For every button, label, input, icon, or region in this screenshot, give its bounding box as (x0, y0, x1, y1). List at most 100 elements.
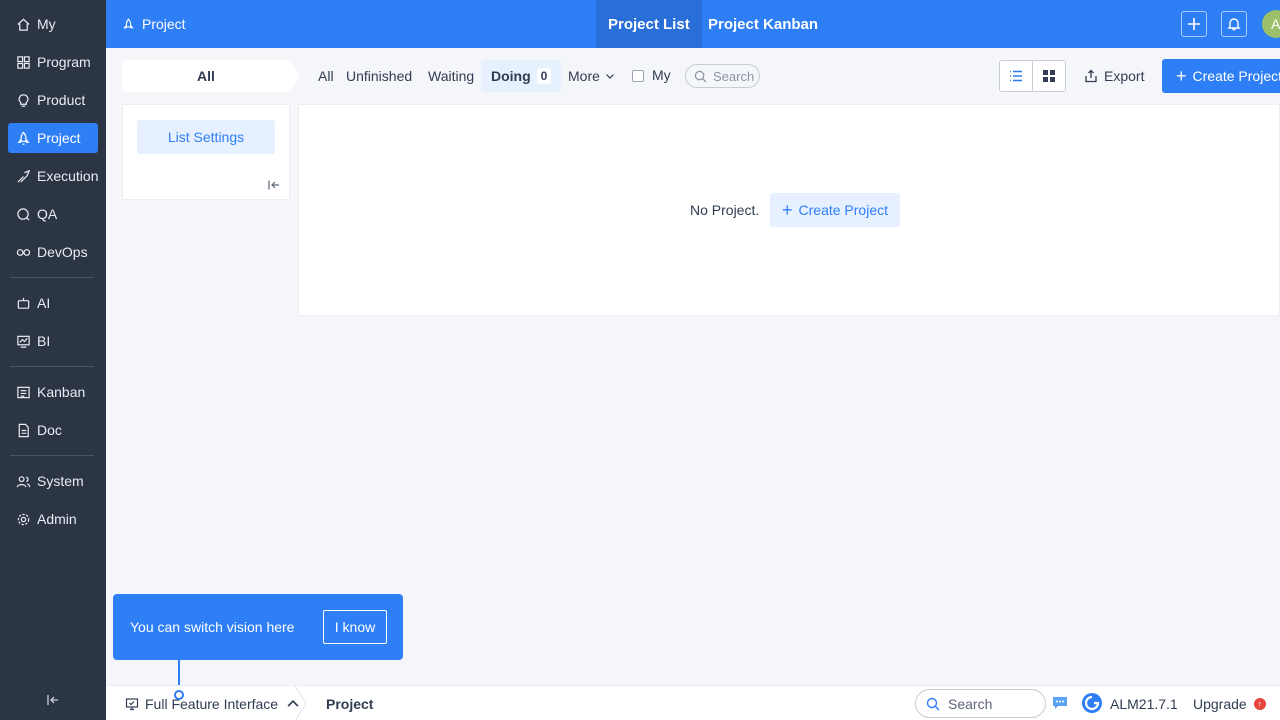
sidebar-item-label: Program (37, 54, 91, 70)
header-module: Project (122, 0, 186, 48)
sidebar-item-ai[interactable]: AI (8, 288, 98, 318)
plus-icon (1188, 18, 1200, 30)
collapse-panel-icon[interactable] (267, 178, 281, 192)
tab-project-kanban[interactable]: Project Kanban (696, 0, 830, 48)
sidebar: My Program Product Project Execution QA … (0, 0, 106, 720)
sidebar-item-label: Project (37, 130, 81, 146)
filter-unfinished[interactable]: Unfinished (336, 60, 422, 92)
sidebar-item-label: Doc (37, 422, 62, 438)
home-icon (17, 18, 30, 31)
empty-create-project-button[interactable]: + Create Project (770, 193, 900, 227)
users-icon (16, 475, 31, 487)
sidebar-item-label: My (37, 16, 56, 32)
sidebar-item-program[interactable]: Program (8, 47, 98, 77)
sidebar-item-product[interactable]: Product (8, 85, 98, 115)
global-search-placeholder: Search (948, 695, 993, 712)
sidebar-item-label: AI (37, 295, 51, 311)
sidebar-item-kanban[interactable]: Kanban (8, 377, 98, 407)
sidebar-item-label: BI (37, 333, 51, 349)
filter-doing[interactable]: Doing 0 (481, 60, 562, 92)
vision-switch-tooltip: You can switch vision here I know (113, 594, 403, 660)
card-view-button[interactable] (1032, 60, 1066, 92)
header-module-label: Project (142, 16, 186, 32)
sidebar-item-label: Product (37, 92, 86, 108)
sidebar-item-project[interactable]: Project (8, 123, 98, 153)
sidebar-item-label: Execution (37, 168, 99, 184)
filter-doing-label: Doing (491, 68, 531, 84)
search-icon (926, 697, 940, 710)
sidebar-item-label: QA (37, 206, 58, 222)
sidebar-item-my[interactable]: My (8, 9, 98, 39)
quick-create-button[interactable] (1181, 11, 1207, 37)
doc-icon (18, 423, 29, 437)
search-input[interactable]: Search (685, 64, 760, 88)
create-project-button[interactable]: + Create Project (1162, 59, 1280, 93)
avatar[interactable]: A (1262, 10, 1280, 38)
tooltip-pointer-dot (174, 690, 184, 700)
empty-state-text: No Project. (690, 202, 760, 218)
sidebar-item-label: DevOps (37, 244, 88, 260)
bulb-icon (18, 93, 29, 107)
footer-breadcrumb: Project (326, 695, 374, 712)
chart-icon (17, 335, 30, 348)
filter-waiting[interactable]: Waiting (418, 60, 484, 92)
i-know-button[interactable]: I know (323, 610, 387, 644)
gear-icon (17, 513, 30, 525)
list-view-button[interactable] (999, 60, 1033, 92)
filter-more-label: More (568, 68, 600, 84)
version-label: ALM21.7.1 (1110, 695, 1178, 712)
program-crumb[interactable]: All (122, 60, 300, 92)
plus-icon: + (782, 200, 793, 220)
arrow-up-badge-icon: ↑ (1253, 697, 1266, 710)
top-header: Project Project List Project Kanban A (106, 0, 1280, 48)
sprint-icon (17, 169, 31, 183)
zentao-logo-icon (1082, 693, 1102, 713)
rocket-icon (17, 131, 30, 145)
project-list-panel: No Project. + Create Project (298, 104, 1280, 316)
filter-toolbar: All All Unfinished Waiting Doing 0 More … (106, 48, 1280, 104)
grid-icon (17, 55, 30, 69)
export-icon (1085, 69, 1097, 83)
program-side-panel: List Settings (122, 104, 290, 200)
search-placeholder: Search (713, 68, 755, 84)
sidebar-item-label: Admin (37, 511, 77, 527)
interface-switcher[interactable]: Full Feature Interface (125, 686, 306, 720)
infinity-icon (16, 248, 31, 256)
chat-icon[interactable] (1052, 696, 1068, 710)
export-label: Export (1104, 68, 1145, 84)
collapse-sidebar-icon[interactable] (45, 692, 61, 708)
sidebar-item-label: System (37, 473, 84, 489)
sidebar-item-bi[interactable]: BI (8, 326, 98, 356)
search-icon (694, 70, 707, 82)
robot-icon (17, 297, 30, 309)
interface-label: Full Feature Interface (145, 695, 279, 712)
sidebar-item-doc[interactable]: Doc (8, 415, 98, 445)
filter-more[interactable]: More (558, 60, 625, 92)
sidebar-divider (10, 366, 94, 367)
sidebar-item-devops[interactable]: DevOps (8, 237, 98, 267)
bell-icon (1227, 18, 1241, 31)
sidebar-item-admin[interactable]: Admin (8, 504, 98, 534)
tooltip-text: You can switch vision here (130, 619, 295, 635)
sidebar-item-system[interactable]: System (8, 466, 98, 496)
global-search-input[interactable]: Search (915, 689, 1046, 718)
list-icon (1010, 70, 1022, 82)
sidebar-item-qa[interactable]: QA (8, 199, 98, 229)
my-checkbox-label: My (652, 67, 671, 83)
chevron-down-icon (605, 74, 614, 79)
sidebar-divider (10, 277, 94, 278)
sidebar-divider (10, 455, 94, 456)
empty-create-label: Create Project (798, 202, 888, 218)
my-checkbox[interactable] (632, 70, 644, 82)
list-settings-button[interactable]: List Settings (137, 120, 275, 154)
monitor-icon (125, 697, 139, 710)
upgrade-label: Upgrade (1193, 695, 1247, 712)
qa-icon (17, 207, 30, 221)
notifications-button[interactable] (1221, 11, 1247, 37)
upgrade-button[interactable]: Upgrade ↑ (1193, 686, 1266, 720)
export-button[interactable]: Export (1076, 60, 1152, 92)
sidebar-item-execution[interactable]: Execution (8, 161, 98, 191)
tab-project-list[interactable]: Project List (596, 0, 702, 48)
plus-icon: + (1176, 66, 1187, 86)
footer-bar: Full Feature Interface Project Search AL… (106, 685, 1280, 720)
